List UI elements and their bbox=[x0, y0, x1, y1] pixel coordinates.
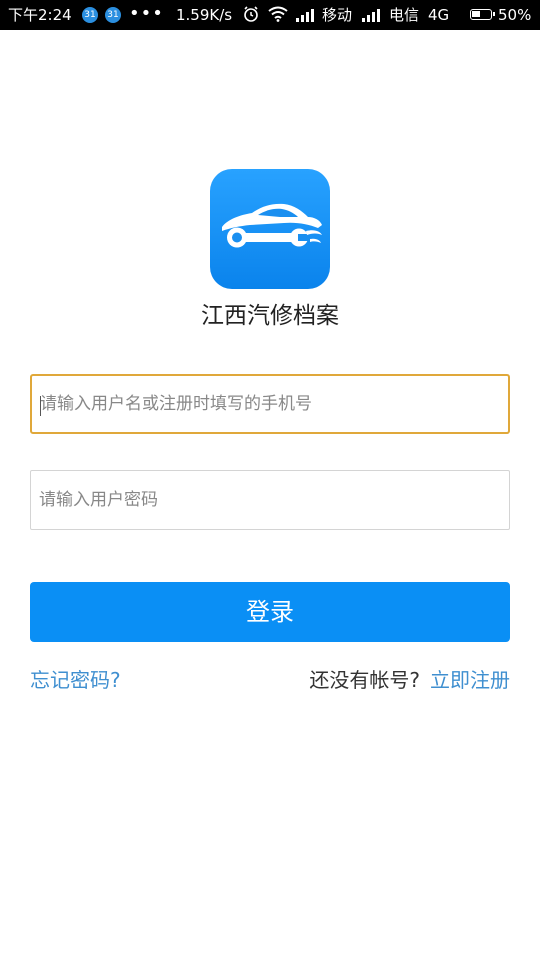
login-button[interactable]: 登录 bbox=[30, 582, 510, 642]
forgot-password-link[interactable]: 忘记密码? bbox=[30, 664, 121, 693]
register-row: 还没有帐号? 立即注册 bbox=[309, 664, 510, 693]
password-field[interactable] bbox=[30, 470, 510, 530]
app-logo bbox=[210, 169, 330, 289]
wifi-icon bbox=[268, 6, 288, 26]
alarm-icon bbox=[242, 5, 260, 27]
carrier-1: 移动 bbox=[322, 6, 353, 24]
signal-icon bbox=[296, 8, 314, 22]
car-wrench-icon bbox=[222, 203, 322, 248]
notification-icon: 31 bbox=[105, 7, 121, 23]
register-link[interactable]: 立即注册 bbox=[430, 668, 510, 692]
password-input[interactable] bbox=[31, 471, 509, 529]
text-caret bbox=[40, 396, 41, 416]
network-type: 4G bbox=[428, 6, 450, 24]
no-account-text: 还没有帐号? bbox=[309, 668, 420, 692]
more-notifications-icon: ••• bbox=[129, 3, 164, 24]
network-speed: 1.59K/s bbox=[176, 6, 233, 24]
notification-icon: 31 bbox=[82, 7, 98, 23]
username-input[interactable] bbox=[32, 376, 508, 432]
status-bar: 下午2:24 31 31 ••• 1.59K/s 移动 电信 4G 50% bbox=[0, 0, 540, 30]
app-title: 江西汽修档案 bbox=[201, 303, 339, 329]
carrier-2: 电信 bbox=[389, 6, 420, 24]
battery-icon bbox=[470, 9, 495, 20]
signal-icon bbox=[362, 8, 380, 22]
username-field[interactable] bbox=[30, 374, 510, 434]
status-time: 下午2:24 bbox=[8, 6, 72, 24]
battery-level: 50% bbox=[498, 6, 532, 24]
